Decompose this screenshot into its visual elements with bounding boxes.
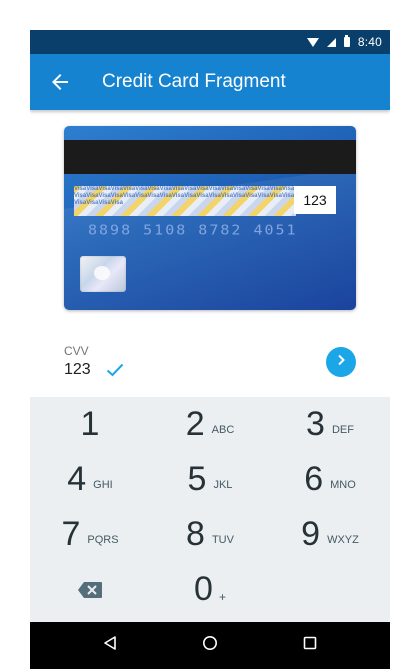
page-title: Credit Card Fragment	[102, 71, 286, 92]
key-letters: +	[218, 589, 226, 604]
key-letters: MNO	[330, 478, 356, 491]
phone-screen: 8:40 Credit Card Fragment VisaVisaVisaVi…	[30, 30, 390, 669]
check-icon	[106, 363, 124, 377]
key-5[interactable]: 5 JKL	[150, 452, 270, 507]
card-number-embossed: 8898 5108 8782 4051	[88, 221, 298, 239]
key-7[interactable]: 7 PQRS	[30, 507, 150, 562]
key-letters: DEF	[331, 423, 354, 436]
signal-icon	[326, 37, 336, 47]
key-letters: GHI	[93, 478, 113, 491]
signature-pattern: VisaVisaVisaVisaVisaVisaVisaVisaVisaVisa…	[74, 186, 295, 206]
key-digit: 7	[61, 515, 81, 553]
key-letters: PQRS	[87, 533, 119, 546]
key-digit: 0	[194, 570, 213, 608]
next-button[interactable]	[326, 347, 356, 377]
key-8[interactable]: 8 TUV	[150, 507, 270, 562]
app-bar: Credit Card Fragment	[30, 54, 390, 110]
backspace-icon	[77, 581, 103, 599]
key-letters: JKL	[213, 478, 233, 491]
key-digit: 8	[186, 515, 205, 553]
key-9[interactable]: 9 WXYZ	[270, 507, 390, 562]
square-recents-icon	[302, 635, 318, 656]
wifi-icon	[306, 37, 319, 47]
status-icons: 8:40	[306, 30, 382, 54]
key-digit: 5	[187, 460, 207, 498]
card-cvv-box: 123	[294, 186, 336, 214]
backspace-button[interactable]	[30, 562, 150, 617]
status-bar: 8:40	[30, 30, 390, 54]
key-digit: 2	[185, 405, 205, 443]
chevron-right-icon	[334, 353, 348, 372]
key-0[interactable]: 0 +	[150, 562, 270, 617]
navigation-bar	[30, 622, 390, 669]
triangle-back-icon	[102, 635, 118, 656]
nav-back-button[interactable]	[90, 622, 130, 669]
arrow-left-icon[interactable]	[48, 70, 72, 94]
key-letters: WXYZ	[327, 533, 359, 546]
key-digit: 9	[301, 515, 321, 553]
key-1[interactable]: 1	[30, 397, 150, 452]
status-time: 8:40	[357, 35, 382, 49]
nav-recents-button[interactable]	[290, 622, 330, 669]
key-2[interactable]: 2 ABC	[150, 397, 270, 452]
battery-icon	[343, 35, 350, 47]
key-letters: TUV	[211, 533, 234, 546]
key-4[interactable]: 4 GHI	[30, 452, 150, 507]
hologram-icon	[80, 256, 126, 292]
nav-home-button[interactable]	[190, 622, 230, 669]
circle-home-icon	[202, 635, 218, 656]
key-digit: 1	[80, 405, 100, 443]
credit-card-back: VisaVisaVisaVisaVisaVisaVisaVisaVisaVisa…	[64, 126, 356, 310]
key-digit: 3	[306, 405, 325, 443]
cvv-label: CVV	[64, 344, 89, 358]
key-3[interactable]: 3 DEF	[270, 397, 390, 452]
signature-strip: VisaVisaVisaVisaVisaVisaVisaVisaVisaVisa…	[74, 186, 296, 216]
key-digit: 4	[67, 460, 87, 498]
numeric-keypad: 1 2 ABC 3 DEF 4 GHI 5 JKL 6 MNO 7 PQRS 8…	[30, 397, 390, 622]
key-6[interactable]: 6 MNO	[270, 452, 390, 507]
key-digit: 6	[304, 460, 324, 498]
key-letters: ABC	[211, 423, 235, 436]
cvv-input[interactable]: 123	[64, 361, 91, 379]
magnetic-stripe	[64, 140, 356, 174]
